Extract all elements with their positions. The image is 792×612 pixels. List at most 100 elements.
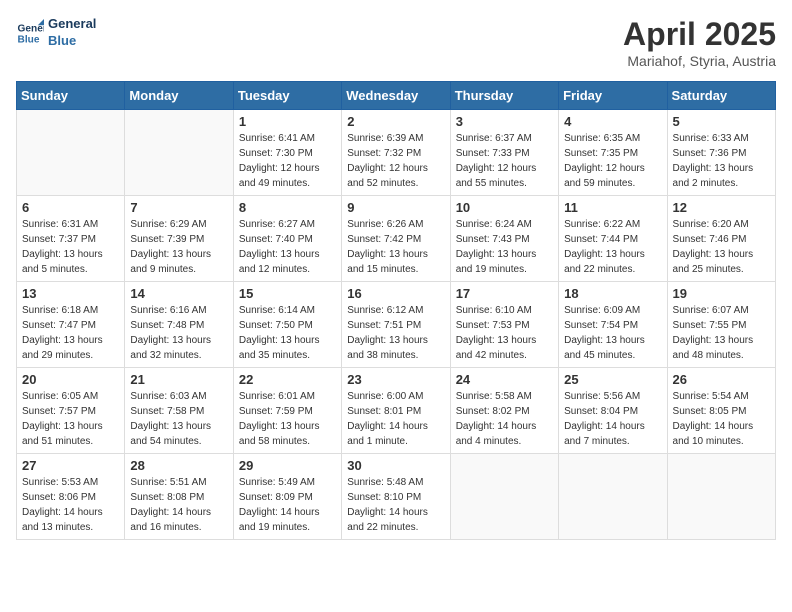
day-number: 20 [22,372,119,387]
day-info: Sunrise: 5:58 AM Sunset: 8:02 PM Dayligh… [456,389,553,449]
day-number: 16 [347,286,444,301]
day-number: 27 [22,458,119,473]
month-title: April 2025 [623,16,776,53]
calendar-cell [559,454,667,540]
calendar-cell: 11Sunrise: 6:22 AM Sunset: 7:44 PM Dayli… [559,196,667,282]
day-info: Sunrise: 6:09 AM Sunset: 7:54 PM Dayligh… [564,303,661,363]
day-number: 7 [130,200,227,215]
logo-line2: Blue [48,33,96,50]
calendar-cell: 27 Sunrise: 5:53 AM Sunset: 8:06 PM Dayli… [17,454,125,540]
calendar-cell: 29 Sunrise: 5:49 AM Sunset: 8:09 PM Dayli… [233,454,341,540]
week-row-5: 27 Sunrise: 5:53 AM Sunset: 8:06 PM Dayli… [17,454,776,540]
calendar-cell: 9Sunrise: 6:26 AM Sunset: 7:42 PM Daylig… [342,196,450,282]
day-number: 2 [347,114,444,129]
calendar-cell: 28 Sunrise: 5:51 AM Sunset: 8:08 PM Dayli… [125,454,233,540]
day-info: Sunrise: 6:27 AM Sunset: 7:40 PM Dayligh… [239,217,336,277]
calendar-cell: 21Sunrise: 6:03 AM Sunset: 7:58 PM Dayli… [125,368,233,454]
calendar-cell: 6Sunrise: 6:31 AM Sunset: 7:37 PM Daylig… [17,196,125,282]
calendar-cell: 22 Sunrise: 6:01 AM Sunset: 7:59 PM Dayli… [233,368,341,454]
calendar-cell: 18 Sunrise: 6:09 AM Sunset: 7:54 PM Dayli… [559,282,667,368]
day-info: Sunrise: 6:14 AM Sunset: 7:50 PM Dayligh… [239,303,336,363]
day-number: 5 [673,114,770,129]
day-info: Sunrise: 6:07 AM Sunset: 7:55 PM Dayligh… [673,303,770,363]
weekday-header-thursday: Thursday [450,82,558,110]
calendar-cell: 12Sunrise: 6:20 AM Sunset: 7:46 PM Dayli… [667,196,775,282]
day-info: Sunrise: 5:53 AM Sunset: 8:06 PM Dayligh… [22,475,119,535]
day-number: 12 [673,200,770,215]
day-info: Sunrise: 6:29 AM Sunset: 7:39 PM Dayligh… [130,217,227,277]
day-number: 3 [456,114,553,129]
weekday-header-saturday: Saturday [667,82,775,110]
calendar-cell: 25 Sunrise: 5:56 AM Sunset: 8:04 PM Dayli… [559,368,667,454]
calendar-cell: 5 Sunrise: 6:33 AM Sunset: 7:36 PM Daylig… [667,110,775,196]
day-number: 14 [130,286,227,301]
day-info: Sunrise: 6:03 AM Sunset: 7:58 PM Dayligh… [130,389,227,449]
day-number: 30 [347,458,444,473]
day-info: Sunrise: 5:54 AM Sunset: 8:05 PM Dayligh… [673,389,770,449]
day-number: 13 [22,286,119,301]
svg-text:Blue: Blue [18,34,40,45]
week-row-4: 20Sunrise: 6:05 AM Sunset: 7:57 PM Dayli… [17,368,776,454]
weekday-header-friday: Friday [559,82,667,110]
day-number: 18 [564,286,661,301]
day-info: Sunrise: 6:00 AM Sunset: 8:01 PM Dayligh… [347,389,444,449]
day-number: 19 [673,286,770,301]
calendar-cell: 7 Sunrise: 6:29 AM Sunset: 7:39 PM Daylig… [125,196,233,282]
logo-line1: General [48,16,96,33]
calendar-cell: 14 Sunrise: 6:16 AM Sunset: 7:48 PM Dayli… [125,282,233,368]
day-info: Sunrise: 5:48 AM Sunset: 8:10 PM Dayligh… [347,475,444,535]
logo: General Blue General Blue [16,16,96,50]
calendar-cell: 16 Sunrise: 6:12 AM Sunset: 7:51 PM Dayli… [342,282,450,368]
day-info: Sunrise: 5:51 AM Sunset: 8:08 PM Dayligh… [130,475,227,535]
calendar-cell: 20Sunrise: 6:05 AM Sunset: 7:57 PM Dayli… [17,368,125,454]
calendar-cell: 26 Sunrise: 5:54 AM Sunset: 8:05 PM Dayli… [667,368,775,454]
weekday-header-sunday: Sunday [17,82,125,110]
day-number: 15 [239,286,336,301]
day-number: 23 [347,372,444,387]
week-row-1: 1Sunrise: 6:41 AM Sunset: 7:30 PM Daylig… [17,110,776,196]
day-info: Sunrise: 5:49 AM Sunset: 8:09 PM Dayligh… [239,475,336,535]
title-block: April 2025 Mariahof, Styria, Austria [623,16,776,69]
day-number: 6 [22,200,119,215]
day-info: Sunrise: 6:12 AM Sunset: 7:51 PM Dayligh… [347,303,444,363]
week-row-3: 13Sunrise: 6:18 AM Sunset: 7:47 PM Dayli… [17,282,776,368]
day-number: 1 [239,114,336,129]
day-number: 17 [456,286,553,301]
calendar-cell: 30 Sunrise: 5:48 AM Sunset: 8:10 PM Dayli… [342,454,450,540]
logo-icon: General Blue [16,19,44,47]
day-info: Sunrise: 6:33 AM Sunset: 7:36 PM Dayligh… [673,131,770,191]
day-info: Sunrise: 6:10 AM Sunset: 7:53 PM Dayligh… [456,303,553,363]
calendar-cell: 13Sunrise: 6:18 AM Sunset: 7:47 PM Dayli… [17,282,125,368]
calendar-cell: 15 Sunrise: 6:14 AM Sunset: 7:50 PM Dayli… [233,282,341,368]
calendar-cell [667,454,775,540]
day-info: Sunrise: 6:24 AM Sunset: 7:43 PM Dayligh… [456,217,553,277]
day-number: 8 [239,200,336,215]
day-number: 29 [239,458,336,473]
day-info: Sunrise: 6:01 AM Sunset: 7:59 PM Dayligh… [239,389,336,449]
calendar-cell: 19 Sunrise: 6:07 AM Sunset: 7:55 PM Dayli… [667,282,775,368]
location: Mariahof, Styria, Austria [623,53,776,69]
calendar-cell [125,110,233,196]
day-info: Sunrise: 6:35 AM Sunset: 7:35 PM Dayligh… [564,131,661,191]
day-info: Sunrise: 5:56 AM Sunset: 8:04 PM Dayligh… [564,389,661,449]
calendar-cell: 10Sunrise: 6:24 AM Sunset: 7:43 PM Dayli… [450,196,558,282]
day-number: 11 [564,200,661,215]
weekday-header-row: SundayMondayTuesdayWednesdayThursdayFrid… [17,82,776,110]
day-number: 24 [456,372,553,387]
calendar-cell: 23 Sunrise: 6:00 AM Sunset: 8:01 PM Dayli… [342,368,450,454]
day-info: Sunrise: 6:39 AM Sunset: 7:32 PM Dayligh… [347,131,444,191]
day-number: 26 [673,372,770,387]
week-row-2: 6Sunrise: 6:31 AM Sunset: 7:37 PM Daylig… [17,196,776,282]
calendar-cell: 8 Sunrise: 6:27 AM Sunset: 7:40 PM Daylig… [233,196,341,282]
calendar-cell: 4 Sunrise: 6:35 AM Sunset: 7:35 PM Daylig… [559,110,667,196]
day-info: Sunrise: 6:16 AM Sunset: 7:48 PM Dayligh… [130,303,227,363]
weekday-header-tuesday: Tuesday [233,82,341,110]
calendar-cell: 1Sunrise: 6:41 AM Sunset: 7:30 PM Daylig… [233,110,341,196]
day-info: Sunrise: 6:26 AM Sunset: 7:42 PM Dayligh… [347,217,444,277]
calendar-cell: 3Sunrise: 6:37 AM Sunset: 7:33 PM Daylig… [450,110,558,196]
calendar-cell: 24 Sunrise: 5:58 AM Sunset: 8:02 PM Dayli… [450,368,558,454]
day-number: 25 [564,372,661,387]
day-number: 28 [130,458,227,473]
day-number: 4 [564,114,661,129]
day-number: 22 [239,372,336,387]
